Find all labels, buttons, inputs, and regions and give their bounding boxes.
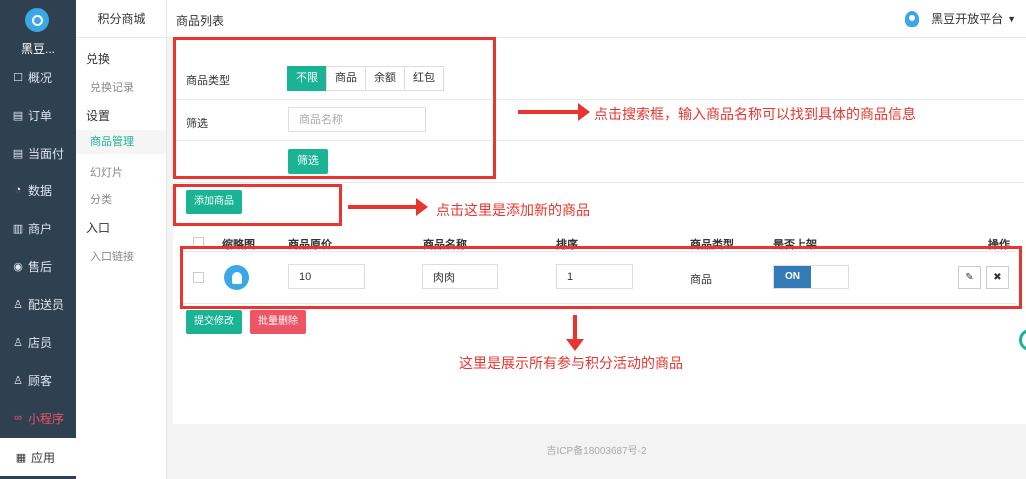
annotation-box-list — [180, 246, 1022, 309]
submenu-group-settings: 设置 — [86, 109, 111, 123]
sidebar-item-label: 售后 — [28, 259, 53, 274]
facepay-icon: ▤ — [12, 147, 24, 160]
submenu-item-slides[interactable]: 幻灯片 — [90, 164, 123, 180]
caret-down-icon: ▼ — [1007, 13, 1016, 24]
annotation-arrow-down-icon — [566, 315, 584, 351]
brand-logo-icon[interactable] — [25, 8, 49, 32]
overview-icon: ☐ — [13, 71, 23, 84]
annotation-list-text: 这里是展示所有参与积分活动的商品 — [459, 356, 683, 372]
aftersale-icon: ◉ — [13, 260, 23, 273]
sidebar-item-label: 数据 — [28, 183, 53, 198]
submenu-item-entry-link[interactable]: 入口链接 — [90, 248, 134, 264]
order-icon: ▤ — [12, 109, 24, 122]
annotation-box-filter — [173, 37, 496, 179]
submenu-item-goods-manage[interactable]: 商品管理 — [76, 130, 166, 154]
platform-name: 黑豆开放平台 — [931, 12, 1004, 26]
sidebar-item-label: 顾客 — [28, 373, 53, 388]
courier-icon: ♙ — [13, 298, 23, 311]
sidebar-item-courier[interactable]: ♙ 配送员 — [0, 285, 76, 323]
sidebar-item-miniprogram[interactable]: ∞ 小程序 — [0, 399, 76, 437]
brand-name[interactable]: 黑豆... — [6, 40, 70, 57]
sidebar-item-data[interactable]: ◔ 数据 — [0, 171, 76, 209]
sidebar-item-label: 小程序 — [28, 411, 65, 426]
apps-icon: ▦ — [15, 451, 27, 464]
sidebar-item-label: 商户 — [28, 221, 53, 236]
sub-sidebar: 积分商城 兑换 兑换记录 设置 商品管理 幻灯片 分类 入口 入口链接 — [76, 0, 167, 479]
platform-dropdown[interactable]: 黑豆开放平台 ▼ — [905, 10, 1016, 27]
clerk-icon: ♙ — [13, 336, 23, 349]
submenu-item-category[interactable]: 分类 — [90, 191, 112, 207]
sidebar-item-clerk[interactable]: ♙ 店员 — [0, 323, 76, 361]
annotation-arrow-right-icon — [518, 103, 590, 121]
sidebar-item-orders[interactable]: ▤ 订单 — [0, 96, 76, 134]
sidebar-item-customer[interactable]: ♙ 顾客 — [0, 361, 76, 399]
sidebar-item-label: 配送员 — [28, 297, 65, 312]
annotation-box-add — [173, 184, 342, 226]
sidebar-item-label: 概况 — [28, 70, 53, 85]
sidebar-item-overview[interactable]: ☐ 概况 — [0, 58, 76, 96]
annotation-search-text: 点击搜索框，输入商品名称可以找到具体的商品信息 — [594, 107, 916, 123]
miniprogram-icon: ∞ — [14, 412, 22, 424]
divider — [174, 182, 1024, 183]
sidebar-item-apps[interactable]: ▦ 应用 — [0, 438, 76, 476]
customer-icon: ♙ — [13, 374, 23, 387]
submenu-group-entry: 入口 — [86, 221, 111, 235]
submenu-group-exchange: 兑换 — [86, 52, 111, 66]
batch-delete-button[interactable]: 批量删除 — [250, 310, 306, 334]
annotation-arrow-right-icon — [348, 198, 428, 216]
sidebar-item-label: 应用 — [31, 450, 56, 465]
sidebar-item-facepay[interactable]: ▤ 当面付 — [0, 134, 76, 172]
sidebar-item-label: 订单 — [28, 108, 53, 123]
main-sidebar: 黑豆... ☐ 概况 ▤ 订单 ▤ 当面付 ◔ 数据 ▥ 商户 ◉ 售后 ♙ 配… — [0, 0, 76, 479]
submit-changes-button[interactable]: 提交修改 — [186, 310, 242, 334]
sidebar-item-label: 当面付 — [28, 146, 65, 161]
submenu-title: 积分商城 — [76, 0, 167, 38]
sidebar-item-label: 店员 — [28, 335, 53, 350]
shop-icon: ▥ — [12, 222, 24, 235]
data-icon: ◔ — [14, 184, 22, 196]
page-title: 商品列表 — [176, 14, 225, 28]
top-header: 商品列表 黑豆开放平台 ▼ — [167, 0, 1026, 38]
footer-icp: 吉ICP备18003687号-2 — [167, 424, 1026, 479]
submenu-item-exchange-records[interactable]: 兑换记录 — [90, 79, 134, 95]
annotation-add-text: 点击这里是添加新的商品 — [436, 203, 590, 219]
sidebar-item-merchant[interactable]: ▥ 商户 — [0, 209, 76, 247]
platform-logo-icon — [905, 10, 920, 27]
sidebar-item-aftersale[interactable]: ◉ 售后 — [0, 247, 76, 285]
